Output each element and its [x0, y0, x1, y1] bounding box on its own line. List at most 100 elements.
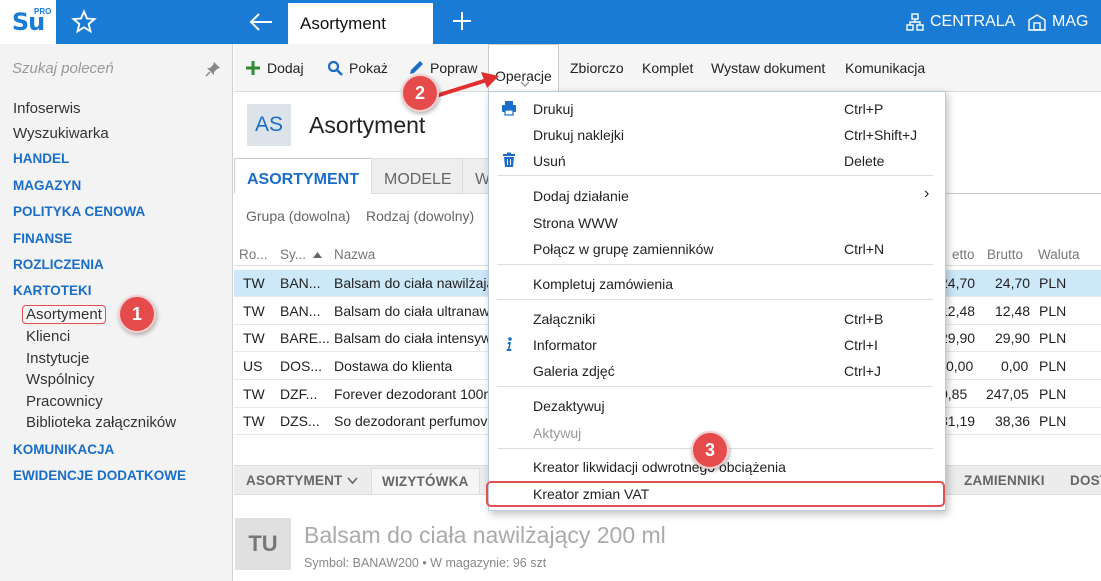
- module-badge: AS: [247, 104, 291, 146]
- cell-ro: TW: [243, 386, 265, 402]
- filter-group[interactable]: Grupa (dowolna): [246, 208, 350, 224]
- sidebar-item-magazyn[interactable]: MAGAZYN: [13, 178, 81, 193]
- menu-item-drukuj[interactable]: Drukuj: [533, 101, 573, 117]
- chevron-down-icon[interactable]: [347, 477, 358, 485]
- sidebar-item-asortyment[interactable]: Asortyment: [22, 305, 106, 324]
- cell-brutto: 247,05: [986, 386, 1029, 402]
- shortcut-zalaczniki: Ctrl+B: [844, 311, 884, 327]
- tab-dost[interactable]: DOST: [1070, 473, 1101, 488]
- cell-nazwa: Balsam do ciała nawilżają: [334, 275, 492, 291]
- shortcut-drukuj: Ctrl+P: [844, 101, 884, 117]
- menu-item-dezaktywuj[interactable]: Dezaktywuj: [533, 398, 605, 414]
- trash-icon: [503, 152, 515, 167]
- pin-icon[interactable]: [205, 61, 221, 77]
- col-ro[interactable]: Ro...: [239, 247, 268, 262]
- cell-brutto: 24,70: [995, 275, 1031, 291]
- bulk-button[interactable]: Zbiorczo: [570, 60, 624, 76]
- cell-symbol: DZS...: [280, 413, 320, 429]
- cell-symbol: BAN...: [280, 275, 321, 291]
- cell-waluta: PLN: [1039, 275, 1067, 291]
- menu-divider: [497, 299, 933, 300]
- tab-asortyment-list[interactable]: ASORTYMENT: [234, 158, 372, 194]
- tab-zamienniki[interactable]: ZAMIENNIKI: [964, 473, 1045, 488]
- sidebar-item-instytucje[interactable]: Instytucje: [26, 350, 89, 367]
- show-button[interactable]: Pokaż: [327, 60, 388, 76]
- menu-item-usun[interactable]: Usuń: [533, 153, 566, 169]
- mag-button[interactable]: MAG: [1027, 12, 1088, 32]
- magnifier-icon: [327, 60, 343, 76]
- shortcut-informator: Ctrl+I: [844, 337, 878, 353]
- new-tab-plus-icon[interactable]: [450, 9, 474, 33]
- filter-kind[interactable]: Rodzaj (dowolny): [366, 208, 474, 224]
- sidebar-item-ewidencje[interactable]: EWIDENCJE DODATKOWE: [13, 468, 186, 483]
- sidebar-item-kartoteki[interactable]: KARTOTEKI: [13, 283, 92, 298]
- set-button[interactable]: Komplet: [642, 60, 693, 76]
- tab-detail-asortyment[interactable]: ASORTYMENT: [246, 473, 343, 488]
- menu-divider: [497, 386, 933, 387]
- tab-wizytowka[interactable]: WIZYTÓWKA: [371, 468, 480, 495]
- menu-divider: [497, 264, 933, 265]
- menu-item-kreator-odwrotnego[interactable]: Kreator likwidacji odwrotnego obciążenia: [533, 459, 786, 475]
- sidebar-item-pracownicy[interactable]: Pracownicy: [26, 393, 103, 410]
- shortcut-galeria: Ctrl+J: [844, 363, 881, 379]
- sidebar-item-wspolnicy[interactable]: Wspólnicy: [26, 371, 94, 388]
- sidebar-item-klienci[interactable]: Klienci: [26, 328, 70, 345]
- sidebar-item-polityka-cenowa[interactable]: POLITYKA CENOWA: [13, 204, 145, 219]
- star-icon[interactable]: [70, 8, 98, 36]
- menu-item-aktywuj: Aktywuj: [533, 425, 582, 441]
- chevron-down-icon: [520, 81, 530, 87]
- toolbar: Dodaj Pokaż Popraw Operacje Zbiorczo Kom…: [234, 44, 1101, 92]
- cell-ro: TW: [243, 330, 265, 346]
- menu-item-strona-www[interactable]: Strona WWW: [533, 215, 618, 231]
- cell-ro: US: [243, 358, 263, 374]
- app-logo[interactable]: Su PRO: [0, 0, 56, 44]
- communication-button[interactable]: Komunikacja: [845, 60, 925, 76]
- menu-item-kompletuj[interactable]: Kompletuj zamówienia: [533, 276, 673, 292]
- step-badge-2: 2: [401, 74, 439, 112]
- product-type-badge: TU: [235, 518, 291, 570]
- submenu-arrow-icon: ›: [924, 185, 930, 202]
- show-label: Pokaż: [349, 60, 388, 76]
- search-input[interactable]: Szukaj poleceń: [12, 60, 222, 77]
- product-title: Balsam do ciała nawilżający 200 ml: [304, 522, 666, 548]
- sidebar-item-rozliczenia[interactable]: ROZLICZENIA: [13, 257, 104, 272]
- menu-item-dodaj-dzialanie[interactable]: Dodaj działanie: [533, 188, 629, 204]
- sidebar-item-infoserwis[interactable]: Infoserwis: [13, 100, 81, 117]
- sidebar-item-handel[interactable]: HANDEL: [13, 151, 69, 166]
- menu-item-polacz-zamiennikow[interactable]: Połącz w grupę zamienników: [533, 241, 714, 257]
- col-symbol[interactable]: Sy...: [280, 247, 306, 262]
- cell-symbol: BARE...: [280, 330, 330, 346]
- sidebar-item-wyszukiwarka[interactable]: Wyszukiwarka: [13, 125, 109, 142]
- cell-ro: TW: [243, 413, 265, 429]
- add-label: Dodaj: [267, 60, 304, 76]
- sidebar-item-finanse[interactable]: FINANSE: [13, 231, 72, 246]
- back-arrow-icon[interactable]: [246, 8, 276, 36]
- cell-brutto: 0,00: [1001, 358, 1029, 374]
- plus-icon: [246, 61, 260, 75]
- menu-item-drukuj-naklejki[interactable]: Drukuj naklejki: [533, 127, 624, 143]
- col-waluta[interactable]: Waluta: [1038, 247, 1080, 262]
- add-button[interactable]: Dodaj: [245, 60, 304, 76]
- shortcut-drukuj-naklejki: Ctrl+Shift+J: [844, 127, 918, 143]
- cell-symbol: DOS...: [280, 358, 323, 374]
- menu-item-informator[interactable]: Informator: [533, 337, 597, 353]
- sidebar-item-komunikacja[interactable]: KOMUNIKACJA: [13, 442, 114, 457]
- highlight-kreator-vat: [486, 481, 945, 507]
- cell-waluta: PLN: [1039, 358, 1067, 374]
- col-brutto[interactable]: Brutto: [987, 247, 1023, 262]
- col-netto[interactable]: etto: [952, 247, 975, 262]
- sort-asc-icon: [313, 252, 322, 258]
- menu-item-zalaczniki[interactable]: Załączniki: [533, 311, 595, 327]
- tab-asortyment[interactable]: Asortyment: [288, 0, 433, 44]
- shortcut-polacz: Ctrl+N: [844, 241, 885, 257]
- top-bar: Su PRO Asortyment CENTRALA MAG: [0, 0, 1101, 44]
- cell-nazwa: Balsam do ciała ultranaw: [334, 303, 490, 319]
- sidebar-item-biblioteka[interactable]: Biblioteka załączników: [26, 414, 176, 431]
- col-nazwa[interactable]: Nazwa: [334, 247, 375, 262]
- shortcut-usun: Delete: [844, 153, 885, 169]
- cell-waluta: PLN: [1039, 303, 1067, 319]
- issue-document-button[interactable]: Wystaw dokument: [711, 60, 825, 76]
- centrala-button[interactable]: CENTRALA: [905, 12, 1015, 32]
- menu-item-galeria[interactable]: Galeria zdjęć: [533, 363, 615, 379]
- tab-modele[interactable]: MODELE: [371, 158, 465, 194]
